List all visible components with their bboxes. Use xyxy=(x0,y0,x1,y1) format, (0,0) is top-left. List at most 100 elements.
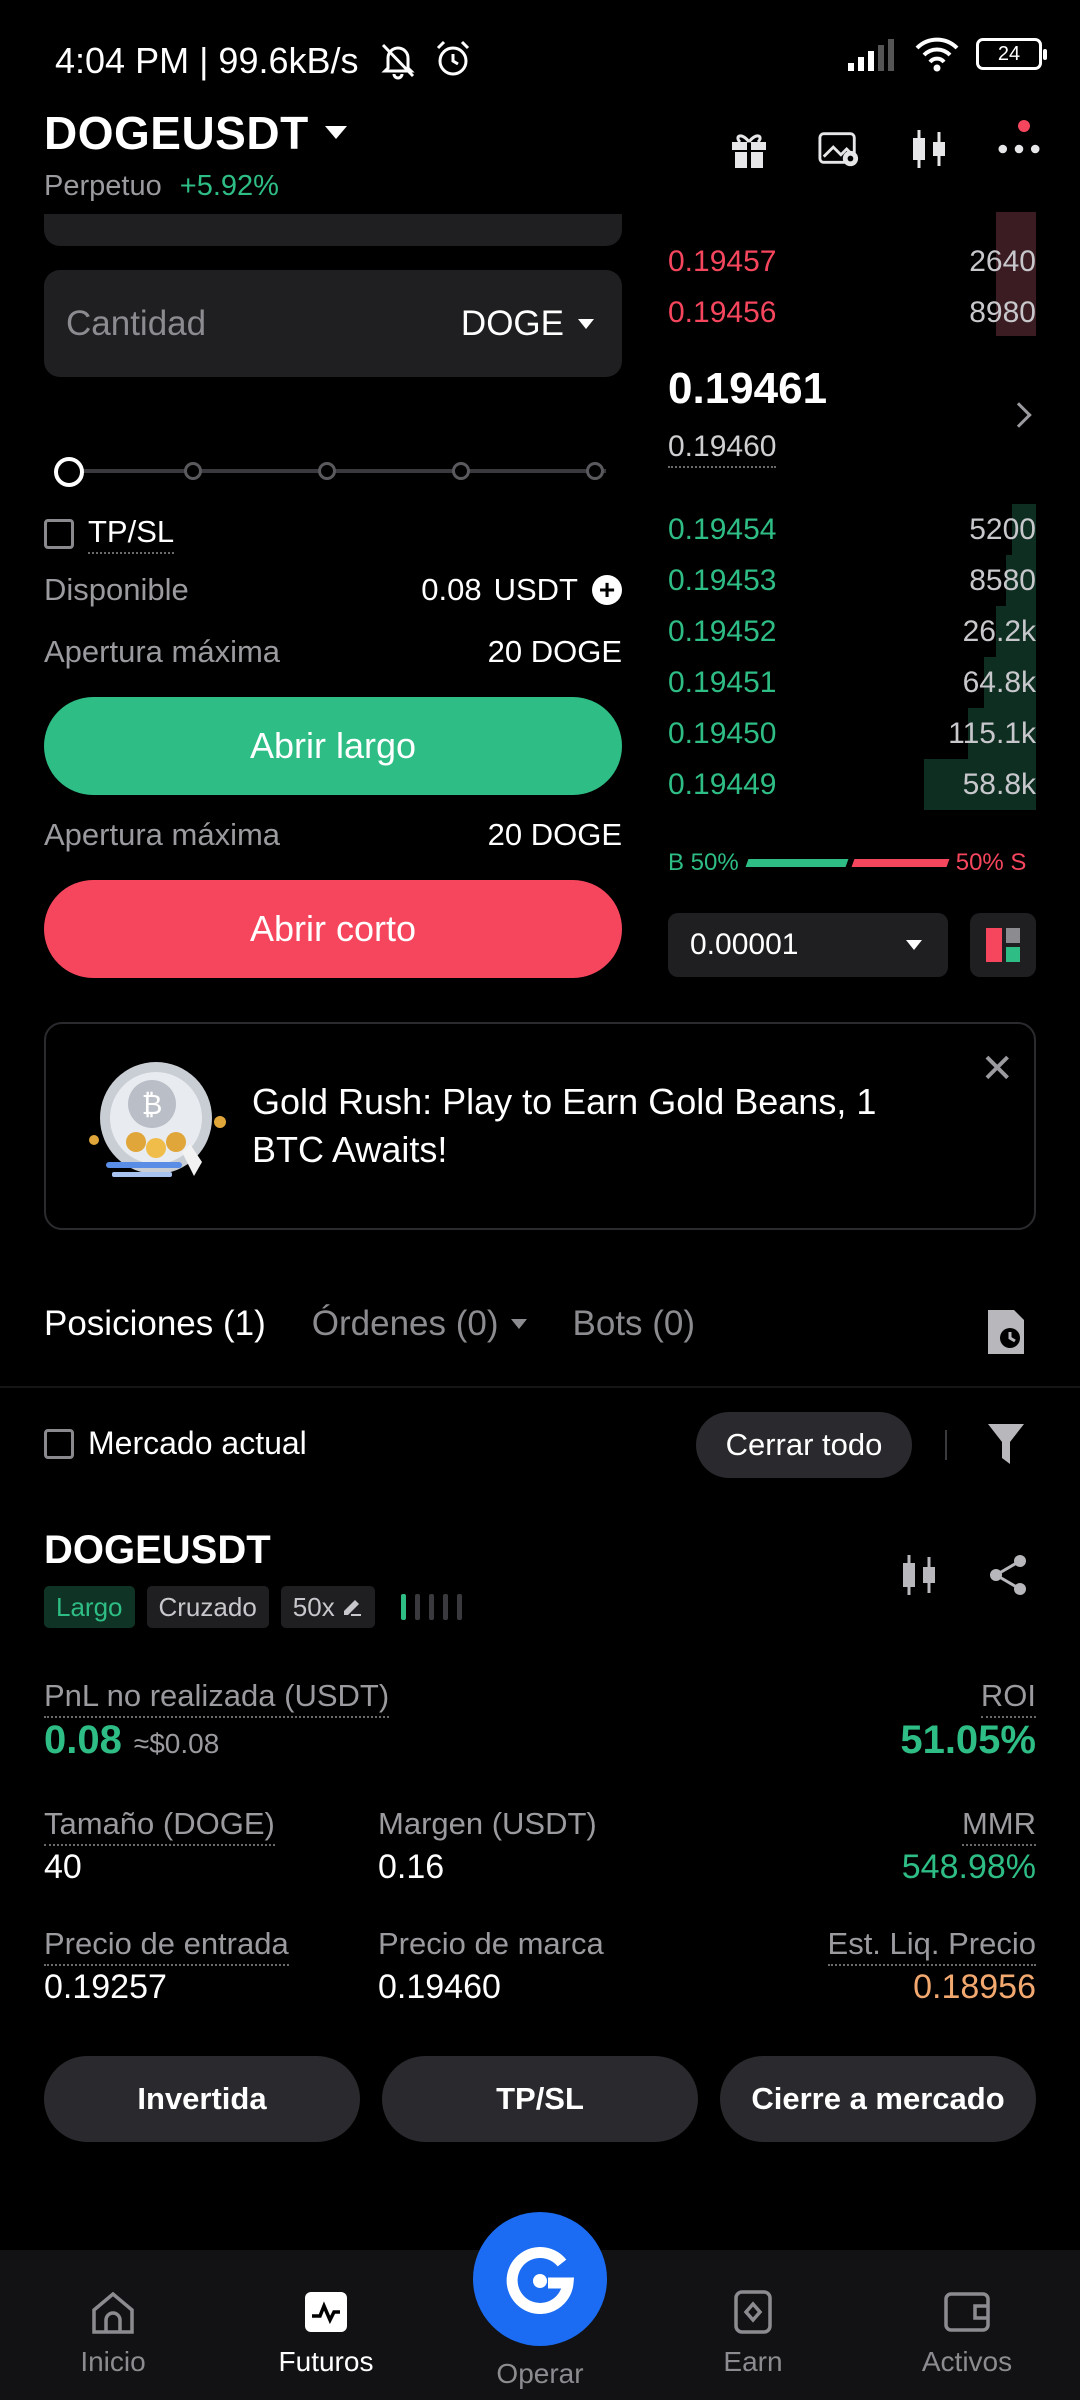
available-value-group: 0.08 USDT + xyxy=(421,572,622,608)
nav-activos[interactable]: Activos xyxy=(887,2290,1047,2378)
layout-icon xyxy=(986,928,1020,962)
slider-thumb[interactable] xyxy=(54,457,84,487)
nav-earn[interactable]: Earn xyxy=(673,2290,833,2378)
bid-row[interactable]: 0.19453 8580 xyxy=(668,555,1036,606)
mark-price-label: Precio de marca xyxy=(378,1926,604,1961)
slider-node[interactable] xyxy=(452,462,470,480)
nav-inicio-label: Inicio xyxy=(80,2346,146,2377)
mmr-value: 548.98% xyxy=(901,1848,1036,1886)
liq-price-value: 0.18956 xyxy=(913,1968,1036,2006)
history-icon[interactable] xyxy=(986,1308,1026,1356)
mmr-label: MMR xyxy=(961,1806,1036,1846)
chevron-down-icon xyxy=(906,940,922,950)
slider-node[interactable] xyxy=(586,462,604,480)
bid-qty: 5200 xyxy=(969,512,1036,546)
ask-row[interactable]: 0.19456 8980 xyxy=(668,287,1036,338)
bid-row[interactable]: 0.19450 115.1k xyxy=(668,708,1036,759)
chevron-right-icon[interactable] xyxy=(1006,402,1032,428)
pair-subtitle: Perpetuo +5.92% xyxy=(44,170,279,203)
current-market-filter[interactable]: Mercado actual xyxy=(44,1425,307,1462)
leverage-badge[interactable]: 50x xyxy=(280,1586,375,1628)
operar-button[interactable] xyxy=(473,2212,607,2346)
candlestick-chart-icon[interactable] xyxy=(898,1553,940,1597)
bell-off-icon xyxy=(381,43,415,80)
bid-price: 0.19450 xyxy=(668,716,777,750)
sell-ratio-bar xyxy=(851,859,950,867)
bid-row[interactable]: 0.19449 58.8k xyxy=(668,759,1036,810)
tpsl-button[interactable]: TP/SL xyxy=(382,2056,698,2142)
margin-value: 0.16 xyxy=(378,1848,445,1886)
candlestick-chart-icon[interactable] xyxy=(908,128,950,170)
bid-qty: 58.8k xyxy=(962,767,1036,801)
operar-logo-icon xyxy=(506,2246,575,2314)
earn-icon xyxy=(734,2290,772,2334)
tab-bots[interactable]: Bots (0) xyxy=(573,1304,696,1344)
bid-qty: 64.8k xyxy=(962,665,1036,699)
divider xyxy=(945,1430,947,1460)
filter-icon[interactable] xyxy=(986,1422,1026,1466)
size-value: 40 xyxy=(44,1848,82,1886)
ask-qty: 2640 xyxy=(969,244,1036,278)
reverse-button[interactable]: Invertida xyxy=(44,2056,360,2142)
slider-node[interactable] xyxy=(318,462,336,480)
bid-row[interactable]: 0.19451 64.8k xyxy=(668,657,1036,708)
chevron-down-icon[interactable] xyxy=(325,126,347,139)
available-unit: USDT xyxy=(493,572,578,607)
available-value: 0.08 xyxy=(421,572,482,607)
bid-row[interactable]: 0.19454 5200 xyxy=(668,504,1036,555)
tpsl-checkbox[interactable] xyxy=(44,519,74,549)
slider-node[interactable] xyxy=(184,462,202,480)
open-long-button[interactable]: Abrir largo xyxy=(44,697,622,795)
open-short-button[interactable]: Abrir corto xyxy=(44,880,622,978)
mark-price: 0.19460 xyxy=(668,430,777,468)
tab-orders-label: Órdenes (0) xyxy=(311,1304,499,1343)
notification-dot xyxy=(1018,120,1030,132)
close-icon[interactable]: ✕ xyxy=(980,1046,1014,1092)
tab-orders[interactable]: Órdenes (0) xyxy=(312,1304,527,1344)
ask-row[interactable]: 0.19457 2640 xyxy=(668,236,1036,287)
tab-positions[interactable]: Posiciones (1) xyxy=(44,1304,266,1344)
nav-operar[interactable]: Operar xyxy=(460,2358,620,2390)
tpsl-toggle[interactable]: TP/SL xyxy=(44,514,175,554)
nav-operar-label: Operar xyxy=(496,2358,584,2389)
image-settings-icon[interactable] xyxy=(818,128,860,170)
bid-row[interactable]: 0.19452 26.2k xyxy=(668,606,1036,657)
nav-inicio[interactable]: Inicio xyxy=(33,2290,193,2378)
quantity-input[interactable]: Cantidad DOGE xyxy=(44,270,622,377)
pair-title[interactable]: DOGEUSDT xyxy=(44,106,309,160)
close-market-button[interactable]: Cierre a mercado xyxy=(720,2056,1036,2142)
quantity-unit-select[interactable]: DOGE xyxy=(461,304,594,344)
alarm-icon xyxy=(436,40,470,76)
gift-icon[interactable] xyxy=(728,128,770,170)
bid-price: 0.19452 xyxy=(668,614,777,648)
positions-tabs: Posiciones (1) Órdenes (0) Bots (0) xyxy=(44,1304,695,1344)
leverage-value: 50x xyxy=(292,1591,335,1622)
position-tags: Largo Cruzado 50x xyxy=(44,1586,462,1628)
close-all-button[interactable]: Cerrar todo xyxy=(696,1412,912,1478)
header-actions xyxy=(728,128,1040,170)
ask-qty: 8980 xyxy=(969,295,1036,329)
nav-futuros[interactable]: Futuros xyxy=(246,2290,406,2378)
contract-type: Perpetuo xyxy=(44,170,162,202)
ask-price: 0.19457 xyxy=(668,244,777,278)
share-icon[interactable] xyxy=(988,1553,1030,1597)
current-market-checkbox[interactable] xyxy=(44,1428,74,1459)
gold-rush-illustration: ₿ xyxy=(86,1052,232,1198)
orderbook-layout-button[interactable] xyxy=(970,913,1036,977)
quantity-slider[interactable] xyxy=(54,457,610,487)
tick-size-select[interactable]: 0.00001 xyxy=(668,913,948,977)
add-funds-icon[interactable]: + xyxy=(592,575,622,605)
home-icon xyxy=(92,2291,134,2334)
side-badge: Largo xyxy=(44,1586,135,1628)
pnl-label: PnL no realizada (USDT) xyxy=(44,1678,390,1718)
position-symbol[interactable]: DOGEUSDT xyxy=(44,1528,271,1573)
quantity-unit: DOGE xyxy=(460,303,564,343)
max-open-value: 20 DOGE xyxy=(487,817,622,852)
chevron-down-icon xyxy=(510,1319,527,1329)
price-field[interactable] xyxy=(44,214,622,246)
nav-activos-label: Activos xyxy=(921,2346,1013,2377)
more-icon[interactable] xyxy=(998,128,1040,170)
available-row: Disponible 0.08 USDT + xyxy=(44,572,622,608)
max-open-short-row: Apertura máxima 20 DOGE xyxy=(44,817,622,853)
svg-text:₿: ₿ xyxy=(142,1088,163,1121)
